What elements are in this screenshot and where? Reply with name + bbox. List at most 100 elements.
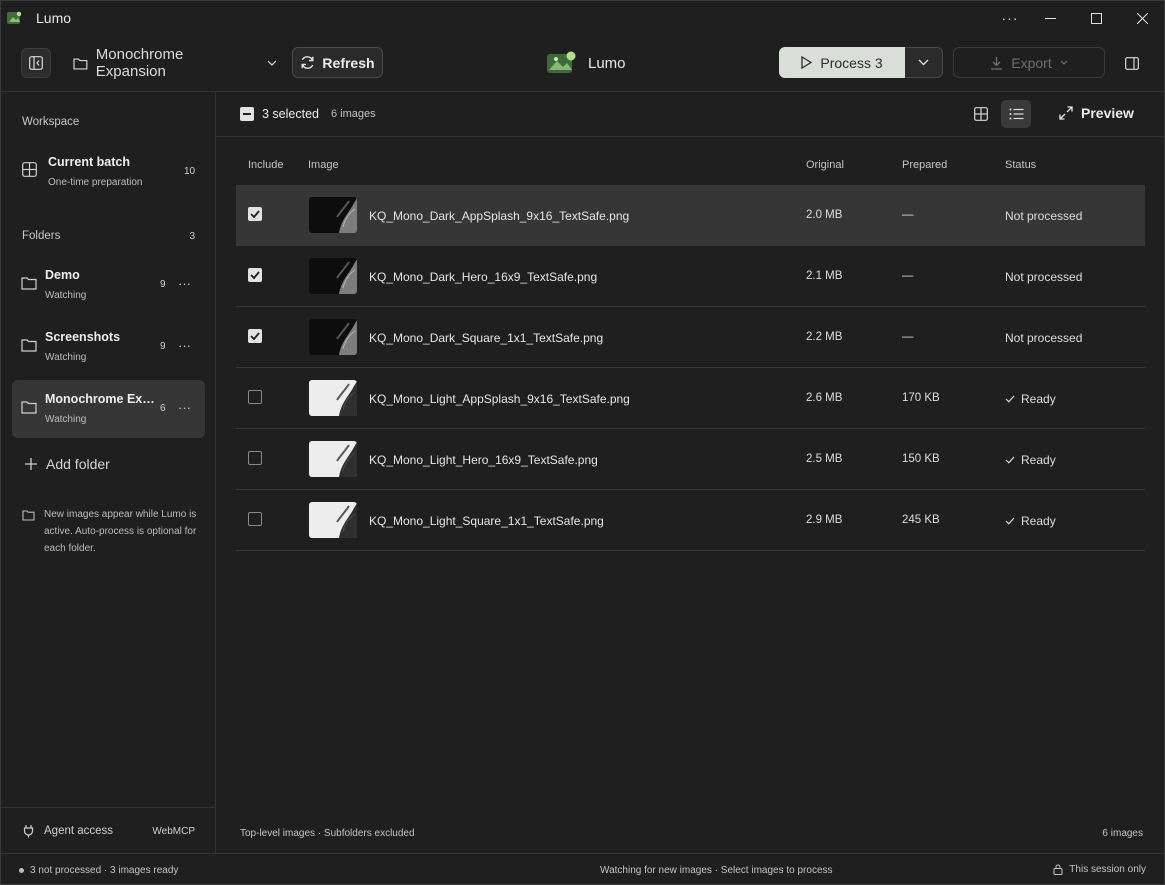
minimize-icon (1044, 17, 1056, 19)
folder-more-button[interactable]: ··· (178, 400, 191, 415)
status-cell: Not processed (1005, 270, 1082, 284)
plus-icon (25, 458, 37, 470)
select-all-checkbox[interactable] (240, 107, 254, 121)
status-bar: 3 not processed · 3 images ready Watchin… (1, 853, 1164, 885)
grid-icon (974, 107, 988, 121)
status-text: Not processed (1005, 331, 1083, 345)
status-text: Not processed (1005, 270, 1083, 284)
original-size: 2.1 MB (806, 270, 843, 282)
folder-selector[interactable]: Monochrome Expansion (67, 46, 277, 80)
panel-right-icon (1125, 56, 1139, 70)
folder-status: Watching (45, 414, 87, 425)
status-text: Ready (1021, 392, 1056, 406)
file-name: KQ_Mono_Light_AppSplash_9x16_TextSafe.pn… (369, 392, 630, 406)
brand-name: Lumo (588, 54, 626, 72)
include-checkbox[interactable] (248, 268, 262, 282)
original-size: 2.0 MB (806, 209, 843, 221)
process-options-button[interactable] (905, 47, 943, 78)
image-thumbnail (309, 319, 357, 355)
column-header-image: Image (308, 159, 339, 171)
original-size: 2.5 MB (806, 453, 843, 465)
table-row[interactable]: KQ_Mono_Dark_Square_1x1_TextSafe.png 2.2 … (236, 307, 1145, 368)
refresh-label: Refresh (322, 54, 375, 71)
sidebar-item-demo[interactable]: Demo Watching 9 ··· (12, 256, 205, 314)
table-row[interactable]: KQ_Mono_Dark_AppSplash_9x16_TextSafe.png… (236, 185, 1145, 246)
refresh-icon (301, 56, 314, 69)
column-header-original: Original (806, 159, 844, 171)
download-icon (991, 56, 1003, 70)
scope-note: Top-level images · Subfolders excluded (240, 828, 415, 839)
include-checkbox[interactable] (248, 451, 262, 465)
image-thumbnail (309, 380, 357, 416)
prepared-size: 170 KB (902, 392, 940, 404)
include-checkbox[interactable] (248, 207, 262, 221)
agent-access-bar[interactable]: Agent access WebMCP (1, 807, 215, 854)
sidebar-collapse-icon (29, 56, 43, 70)
agent-access-value: WebMCP (152, 825, 195, 837)
footer-image-count: 6 images (1102, 828, 1143, 839)
table-row[interactable]: KQ_Mono_Light_AppSplash_9x16_TextSafe.pn… (236, 368, 1145, 429)
prepared-size: — (902, 209, 914, 221)
table-row[interactable]: KQ_Mono_Light_Hero_16x9_TextSafe.png 2.5 … (236, 429, 1145, 490)
add-folder-button[interactable]: Add folder (25, 456, 110, 472)
folder-status: Watching (45, 290, 87, 301)
sidebar-hint: New images appear while Lumo is active. … (22, 506, 207, 557)
image-thumbnail (309, 441, 357, 477)
status-text: Not processed (1005, 209, 1083, 223)
folder-name: Demo (45, 268, 80, 282)
sidebar-toggle-button[interactable] (21, 48, 51, 78)
preview-label: Preview (1081, 105, 1134, 121)
image-thumbnail (309, 502, 357, 538)
refresh-button[interactable]: Refresh (292, 47, 383, 78)
table-row[interactable]: KQ_Mono_Dark_Hero_16x9_TextSafe.png 2.1 M… (236, 246, 1145, 307)
image-thumbnail (309, 197, 357, 233)
image-thumbnail (309, 258, 357, 294)
selected-count: 3 selected (262, 107, 319, 121)
folder-more-button[interactable]: ··· (178, 338, 191, 353)
folder-status: Watching (45, 352, 87, 363)
status-message: Watching for new images · Select images … (600, 865, 833, 876)
list-view-button[interactable] (1001, 100, 1031, 128)
brand: Lumo (546, 51, 626, 75)
minimize-button[interactable] (1027, 1, 1073, 35)
folder-more-button[interactable]: ··· (178, 276, 191, 291)
right-panel-toggle-button[interactable] (1117, 48, 1147, 78)
folder-count: 9 (160, 341, 166, 352)
sidebar-item-screenshots[interactable]: Screenshots Watching 9 ··· (12, 318, 205, 376)
maximize-button[interactable] (1073, 1, 1119, 35)
status-cell: Ready (1005, 392, 1056, 406)
sidebar-item-monochrome-expansion[interactable]: Monochrome Exp... Watching 6 ··· (12, 380, 205, 438)
plug-icon (23, 825, 34, 838)
close-button[interactable] (1119, 1, 1165, 35)
status-summary: 3 not processed · 3 images ready (19, 865, 178, 876)
prepared-size: 245 KB (902, 514, 940, 526)
export-label: Export (1011, 54, 1052, 71)
status-cell: Not processed (1005, 209, 1082, 223)
original-size: 2.6 MB (806, 392, 843, 404)
sidebar-item-current-batch[interactable]: Current batch One-time preparation 10 (12, 142, 205, 200)
table-row[interactable]: KQ_Mono_Light_Square_1x1_TextSafe.png 2.9… (236, 490, 1145, 551)
preview-button[interactable]: Preview (1059, 105, 1134, 121)
include-checkbox[interactable] (248, 512, 262, 526)
title-bar: Lumo ··· (1, 1, 1164, 35)
file-name: KQ_Mono_Dark_AppSplash_9x16_TextSafe.png (369, 209, 630, 223)
file-name: KQ_Mono_Light_Square_1x1_TextSafe.png (369, 514, 604, 528)
app-logo-icon (7, 11, 22, 24)
folder-count: 6 (160, 403, 166, 414)
check-icon (250, 210, 260, 219)
file-name: KQ_Mono_Dark_Hero_16x9_TextSafe.png (369, 270, 598, 284)
folder-count: 9 (160, 279, 166, 290)
check-icon (250, 332, 260, 341)
status-cell: Ready (1005, 514, 1056, 528)
process-button[interactable]: Process 3 (779, 47, 905, 78)
session-text: This session only (1069, 864, 1146, 875)
agent-access-label: Agent access (44, 825, 114, 837)
grid-view-button[interactable] (966, 100, 996, 128)
column-header-include: Include (248, 159, 284, 171)
folder-icon (21, 339, 37, 352)
include-checkbox[interactable] (248, 329, 262, 343)
prepared-size: — (902, 331, 914, 343)
include-checkbox[interactable] (248, 390, 262, 404)
export-button[interactable]: Export (953, 47, 1105, 78)
folders-count: 3 (189, 231, 195, 242)
